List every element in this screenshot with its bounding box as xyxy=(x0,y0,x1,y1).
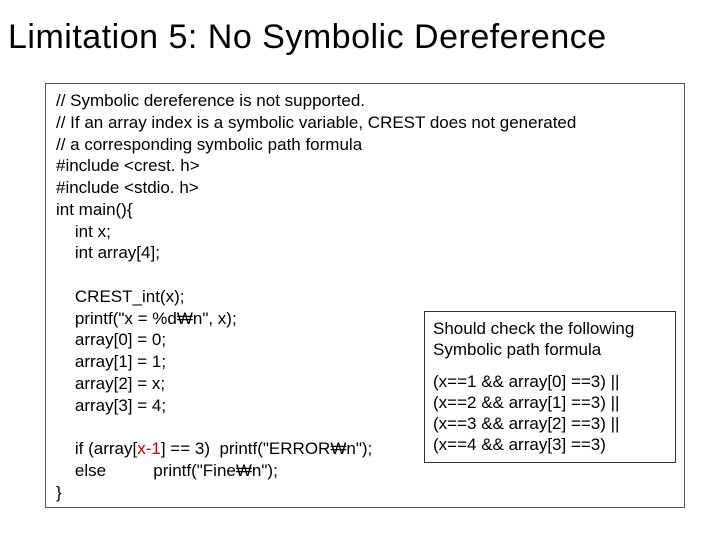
code-line: int array[4]; xyxy=(56,243,160,262)
code-text: if (array[ xyxy=(56,439,137,458)
annotation-box: Should check the following Symbolic path… xyxy=(424,311,676,463)
code-line: int main(){ xyxy=(56,200,133,219)
code-line: printf("x = %d₩n", x); xyxy=(56,309,237,328)
code-line: int x; xyxy=(56,222,111,241)
code-line: CREST_int(x); xyxy=(56,287,184,306)
slide-title: Limitation 5: No Symbolic Dereference xyxy=(0,0,720,65)
anno-formula: (x==2 && array[1] ==3) || xyxy=(433,392,667,413)
code-line: array[2] = x; xyxy=(56,374,165,393)
anno-formula: (x==4 && array[3] ==3) xyxy=(433,434,667,455)
anno-line: Should check the following xyxy=(433,318,667,339)
highlight-index: x-1 xyxy=(137,439,161,458)
code-text: ] == 3) printf("ERROR₩n"); xyxy=(161,439,372,458)
code-line: // If an array index is a symbolic varia… xyxy=(56,113,576,132)
anno-formula: (x==3 && array[2] ==3) || xyxy=(433,413,667,434)
code-line: // Symbolic dereference is not supported… xyxy=(56,91,365,110)
spacer xyxy=(433,361,667,371)
code-line: array[0] = 0; xyxy=(56,330,166,349)
code-line: else printf("Fine₩n"); xyxy=(56,461,278,480)
code-line: if (array[x-1] == 3) printf("ERROR₩n"); xyxy=(56,439,372,458)
code-line: // a corresponding symbolic path formula xyxy=(56,135,362,154)
code-line: array[3] = 4; xyxy=(56,396,166,415)
anno-line: Symbolic path formula xyxy=(433,339,667,360)
code-line: #include <stdio. h> xyxy=(56,178,199,197)
code-line: array[1] = 1; xyxy=(56,352,166,371)
anno-formula: (x==1 && array[0] ==3) || xyxy=(433,371,667,392)
code-line: } xyxy=(56,483,62,502)
code-line: #include <crest. h> xyxy=(56,156,200,175)
